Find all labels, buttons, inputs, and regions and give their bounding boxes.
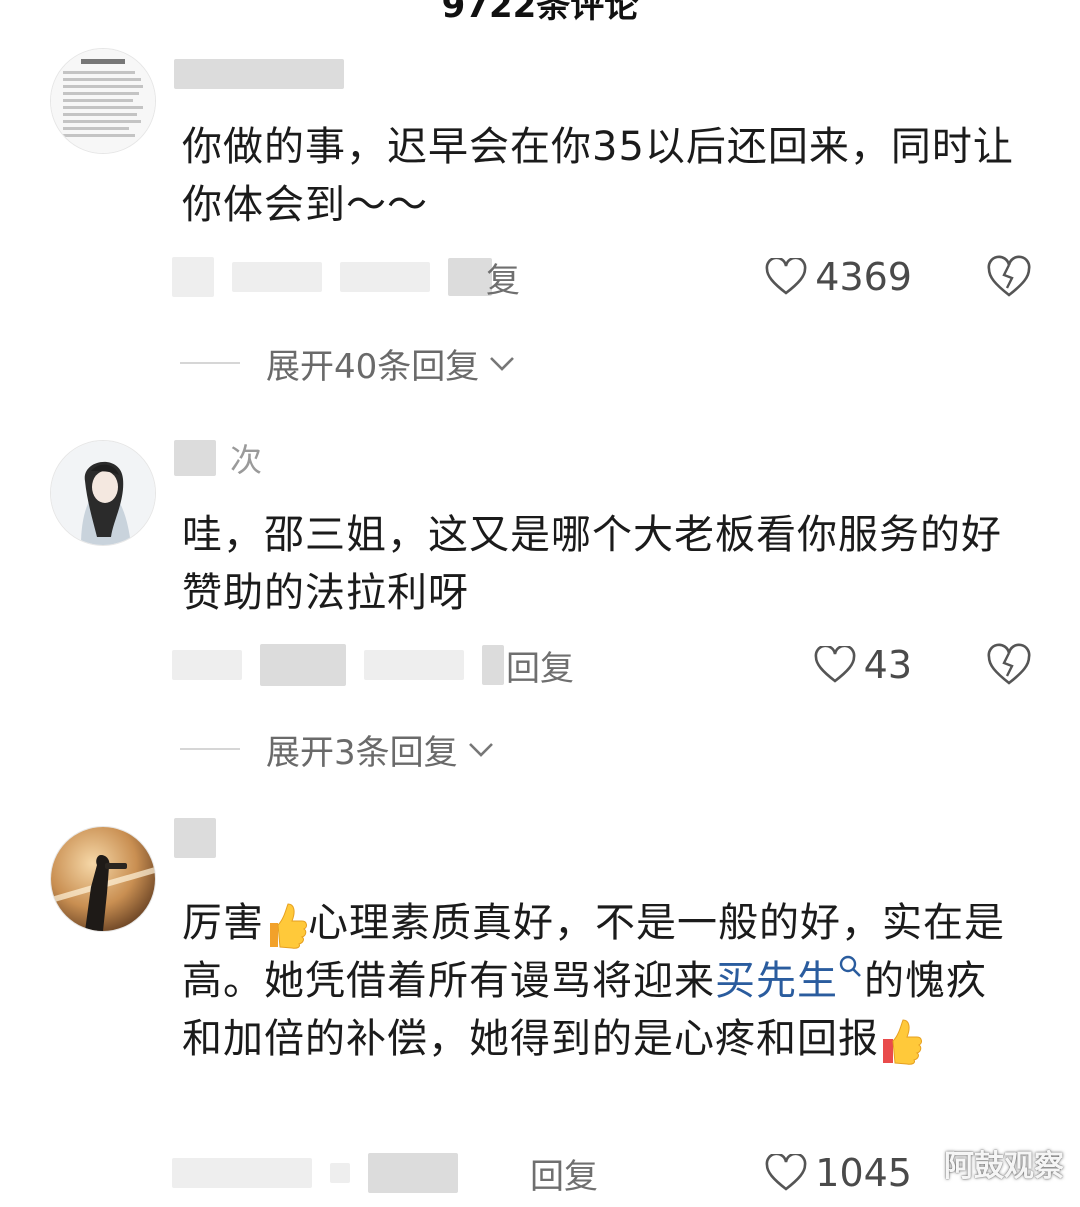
expand-replies-button[interactable]: 展开40条回复 <box>180 338 517 388</box>
like-count: 43 <box>863 643 912 687</box>
like-button[interactable]: 4369 <box>765 252 912 302</box>
avatar[interactable] <box>50 826 156 932</box>
reply-button[interactable]: 回复 <box>482 641 574 690</box>
search-small-icon <box>839 955 861 977</box>
broken-heart-icon[interactable] <box>986 254 1032 300</box>
watermark: 阿鼓观察 <box>944 1149 1064 1184</box>
chevron-down-icon <box>468 743 493 757</box>
search-link[interactable]: 买先生 <box>715 955 864 1004</box>
username[interactable] <box>174 56 344 92</box>
heart-outline-icon <box>814 646 856 683</box>
comment-time <box>172 1158 312 1188</box>
comment-time <box>172 650 242 680</box>
chevron-down-icon <box>490 357 515 371</box>
reply-button[interactable]: 回复 <box>530 1149 598 1198</box>
username[interactable] <box>174 818 216 858</box>
like-button[interactable]: 1045 <box>765 1148 912 1198</box>
like-count: 1045 <box>815 1151 912 1195</box>
heart-outline-icon <box>765 258 807 295</box>
expand-replies-button[interactable]: 展开3条回复 <box>180 724 496 774</box>
comment-text: 你做的事，迟早会在你35以后还回来，同时让你体会到～～ <box>182 124 1014 228</box>
avatar[interactable] <box>50 48 156 154</box>
reply-button[interactable]: 复 <box>448 253 520 302</box>
comment-time <box>172 257 214 297</box>
username[interactable]: 次 <box>174 440 262 479</box>
comment-meta: 回复 1045 <box>172 1148 1032 1198</box>
heart-outline-icon <box>765 1154 807 1191</box>
comment-meta: 回复 43 <box>172 640 1032 690</box>
like-button[interactable]: 43 <box>814 640 912 690</box>
comment-meta: 复 4369 <box>172 252 1032 302</box>
comment-text: 哇，邵三姐，这又是哪个大老板看你服务的好赞助的法拉利呀 <box>182 512 1002 616</box>
avatar[interactable] <box>50 440 156 546</box>
comment-text: 厉害 心理素质真好，不是一般的好，实在是高。她凭借着所有谩骂将迎来买先生 的愧疚和加… <box>182 894 1022 1068</box>
broken-heart-icon[interactable] <box>986 642 1032 688</box>
comment-count-title: 9722条评论 <box>441 0 639 26</box>
thumbs-up-icon <box>270 903 307 949</box>
comment-location <box>232 262 322 292</box>
like-count: 4369 <box>815 255 912 299</box>
thumbs-up-icon <box>883 1019 922 1065</box>
comment-location <box>368 1153 458 1193</box>
